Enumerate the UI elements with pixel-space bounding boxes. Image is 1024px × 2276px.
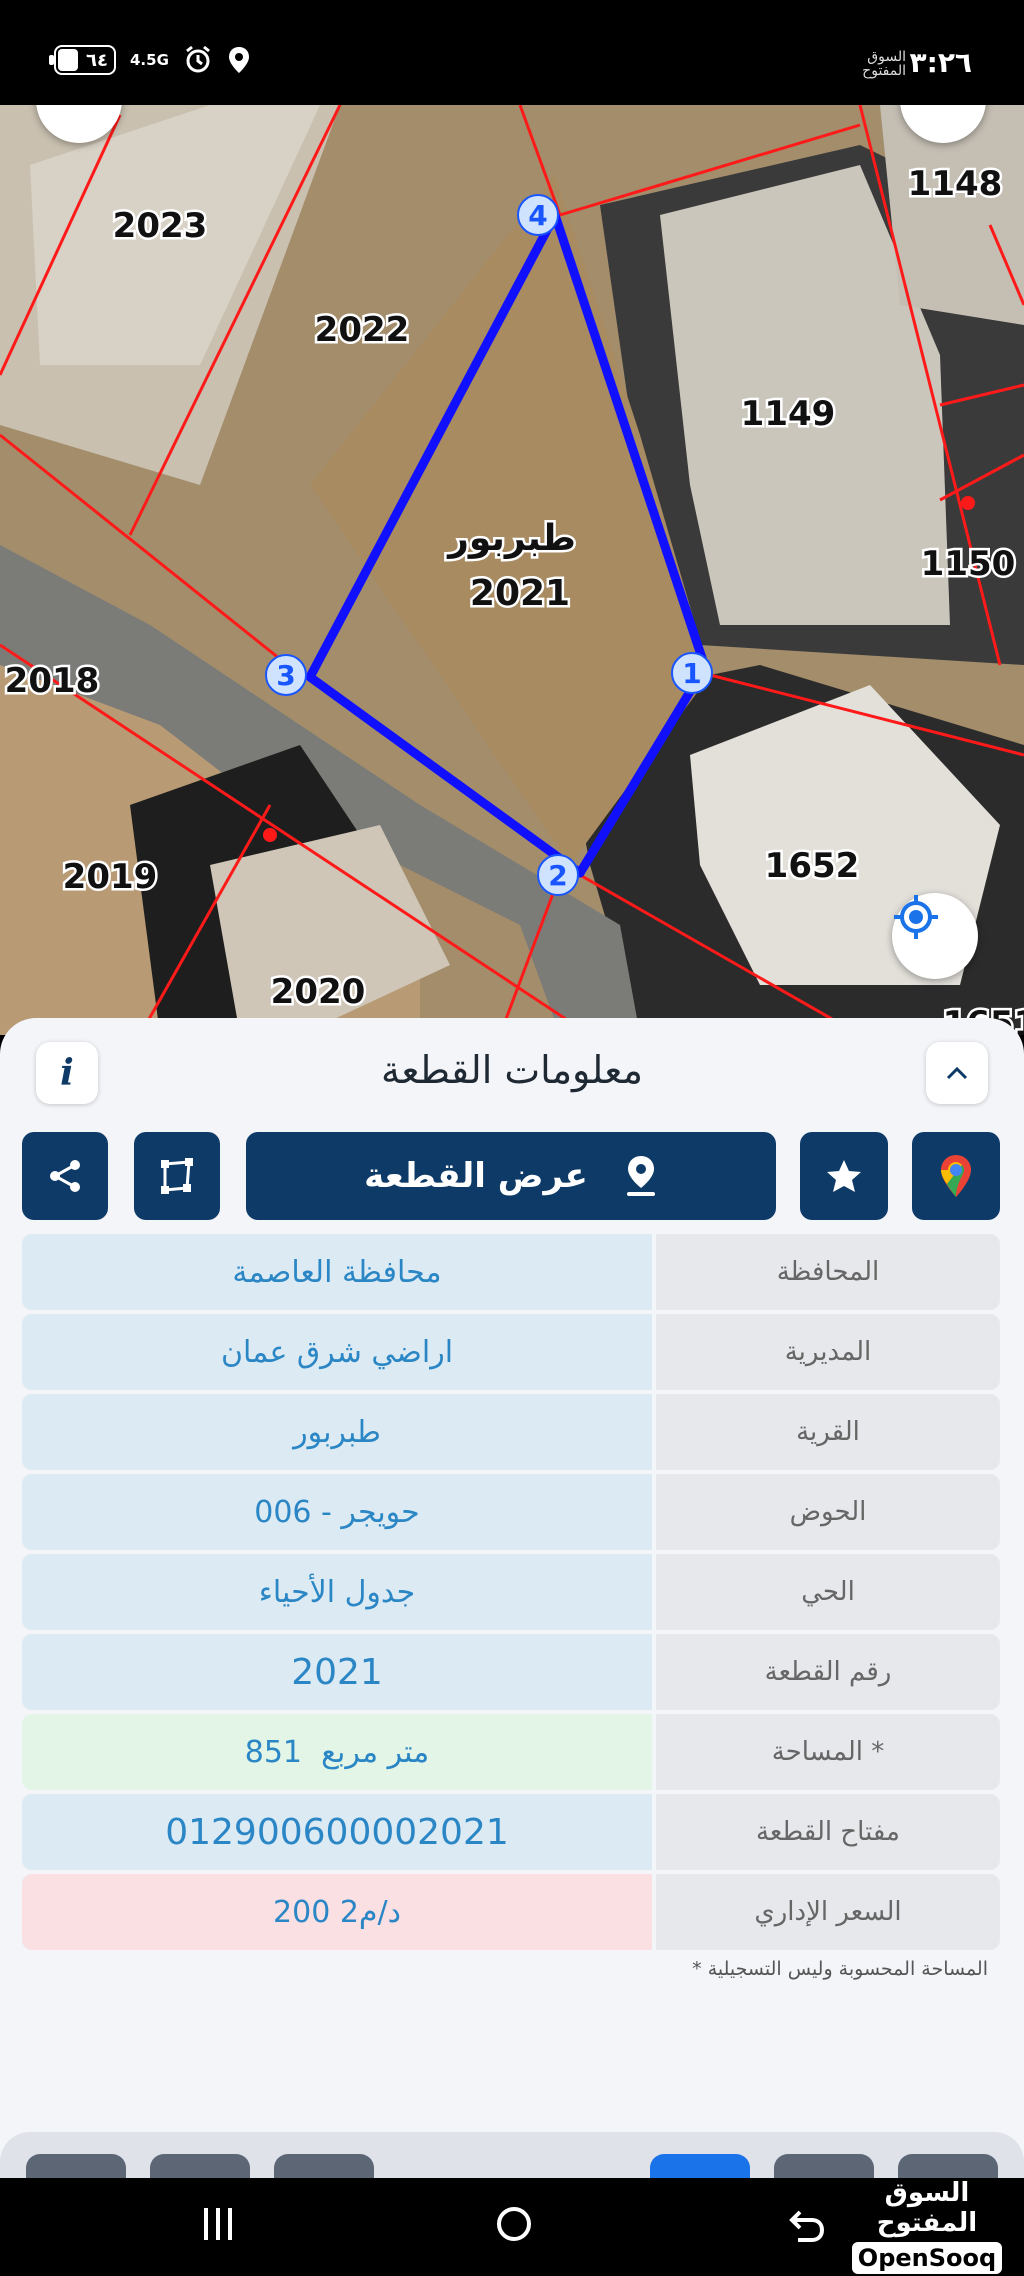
watermark-arabic: السوق المفتوح <box>876 2178 978 2238</box>
status-icons: ٦٤ 4.5G <box>49 45 251 75</box>
google-maps-icon <box>941 1155 971 1197</box>
row-parcel-key: 012900600002021 مفتاح القطعة <box>22 1794 1000 1870</box>
tab-6[interactable] <box>898 2154 998 2178</box>
vertex-marker-4[interactable]: 4 <box>517 194 559 236</box>
parcel-info-panel: i معلومات القطعة عرض القطعة محافظة العاص… <box>0 1018 1024 2178</box>
neighbor-label-2020: 2020 <box>271 972 366 1012</box>
neighbor-label-2023: 2023 <box>113 206 208 246</box>
directorate-label: المديرية <box>656 1314 1000 1390</box>
show-parcel-label: عرض القطعة <box>364 1156 588 1196</box>
neighbor-label-2022: 2022 <box>315 310 410 350</box>
neighbor-label-2019: 2019 <box>63 857 158 897</box>
vertex-label-2: 2 <box>548 859 567 892</box>
row-area: 851 متر مربع المساحة * <box>22 1714 1000 1790</box>
show-parcel-button[interactable]: عرض القطعة <box>246 1132 776 1220</box>
satellite-map[interactable]: 1 2 3 4 طبربور 2021 2023 2022 1148 1149 … <box>0 105 1024 1035</box>
tab-5[interactable] <box>774 2154 874 2178</box>
neighbor-label-2018: 2018 <box>5 661 100 701</box>
governorate-value: محافظة العاصمة <box>22 1234 652 1310</box>
admin-price-value: 200 د/م2 <box>22 1874 652 1950</box>
row-parcel-number: 2021 رقم القطعة <box>22 1634 1000 1710</box>
star-badge-icon <box>827 1160 861 1192</box>
clock: ٣:٢٦ <box>909 46 972 79</box>
area-label: المساحة * <box>656 1714 1000 1790</box>
row-directorate: اراضي شرق عمان المديرية <box>22 1314 1000 1390</box>
neighborhood-value: جدول الأحياء <box>22 1554 652 1630</box>
opensooq-watermark: السوق المفتوح OpenSooq <box>852 2178 1002 2274</box>
admin-price-label: السعر الإداري <box>656 1874 1000 1950</box>
tab-active[interactable] <box>650 2154 750 2178</box>
vertex-label-4: 4 <box>528 199 547 232</box>
battery-level: ٦٤ <box>86 49 108 71</box>
network-indicator: 4.5G <box>130 51 169 69</box>
vertex-marker-3[interactable]: 3 <box>265 654 307 696</box>
parcel-details-table: محافظة العاصمة المحافظة اراضي شرق عمان ا… <box>22 1234 1000 1954</box>
my-location-button[interactable] <box>892 893 978 979</box>
crosshair-icon <box>894 895 938 939</box>
governorate-label: المحافظة <box>656 1234 1000 1310</box>
basin-value: حويجر - 006 <box>22 1474 652 1550</box>
tab-1[interactable] <box>26 2154 126 2178</box>
tab-2[interactable] <box>150 2154 250 2178</box>
favorite-button[interactable] <box>800 1132 888 1220</box>
collapse-panel-button[interactable] <box>926 1042 988 1104</box>
recent-apps-icon[interactable] <box>200 2204 236 2244</box>
area-value: 851 متر مربع <box>22 1714 652 1790</box>
chevron-up-icon <box>946 1066 968 1080</box>
vertex-marker-1[interactable]: 1 <box>671 652 713 694</box>
parcel-number-label: 2021 <box>470 573 570 614</box>
carrier-label: السوق المفتوح <box>862 49 906 79</box>
vertex-marker-2[interactable]: 2 <box>537 854 579 896</box>
location-icon <box>228 47 249 73</box>
vertex-label-1: 1 <box>682 657 701 690</box>
row-neighborhood: جدول الأحياء الحي <box>22 1554 1000 1630</box>
tab-3[interactable] <box>274 2154 374 2178</box>
directorate-value: اراضي شرق عمان <box>22 1314 652 1390</box>
status-bar: ٦٤ 4.5G السوق المفتوح ٣:٢٦ <box>0 0 1024 105</box>
polygon-outline-icon <box>161 1158 193 1194</box>
vertex-label-3: 3 <box>276 659 295 692</box>
neighbor-label-1148: 1148 <box>908 164 1003 204</box>
bottom-tab-bar <box>0 2132 1024 2178</box>
battery-indicator: ٦٤ <box>49 45 116 75</box>
share-icon <box>50 1160 80 1192</box>
parcel-number-label: رقم القطعة <box>656 1634 1000 1710</box>
row-village: طبربور القرية <box>22 1394 1000 1470</box>
area-footnote: * المساحة المحسوبة وليس التسجيلية <box>692 1958 988 1980</box>
row-admin-price: 200 د/م2 السعر الإداري <box>22 1874 1000 1950</box>
map-pin-icon <box>626 1156 655 1196</box>
google-maps-button[interactable] <box>912 1132 1000 1220</box>
watermark-english: OpenSooq <box>852 2242 1002 2274</box>
neighbor-label-1149: 1149 <box>741 394 836 434</box>
basin-label: الحوض <box>656 1474 1000 1550</box>
action-bar: عرض القطعة <box>0 1132 1024 1222</box>
home-icon[interactable] <box>494 2204 534 2244</box>
parcel-key-label: مفتاح القطعة <box>656 1794 1000 1870</box>
neighbor-label-1150: 1150 <box>921 544 1016 584</box>
map-canvas[interactable]: 1 2 3 4 طبربور 2021 2023 2022 1148 1149 … <box>0 105 1024 1035</box>
parcel-key-value: 012900600002021 <box>22 1794 652 1870</box>
draw-polygon-button[interactable] <box>134 1132 220 1220</box>
row-governorate: محافظة العاصمة المحافظة <box>22 1234 1000 1310</box>
panel-title: معلومات القطعة <box>381 1048 643 1092</box>
neighborhood-label: الحي <box>656 1554 1000 1630</box>
neighbor-label-1652: 1652 <box>765 846 860 886</box>
row-basin: حويجر - 006 الحوض <box>22 1474 1000 1550</box>
village-label: القرية <box>656 1394 1000 1470</box>
alarm-icon <box>185 45 210 73</box>
back-icon[interactable] <box>786 2204 826 2244</box>
share-button[interactable] <box>22 1132 108 1220</box>
parcel-number-value: 2021 <box>22 1634 652 1710</box>
parcel-village-label: طبربور <box>446 518 576 559</box>
village-value: طبربور <box>22 1394 652 1470</box>
